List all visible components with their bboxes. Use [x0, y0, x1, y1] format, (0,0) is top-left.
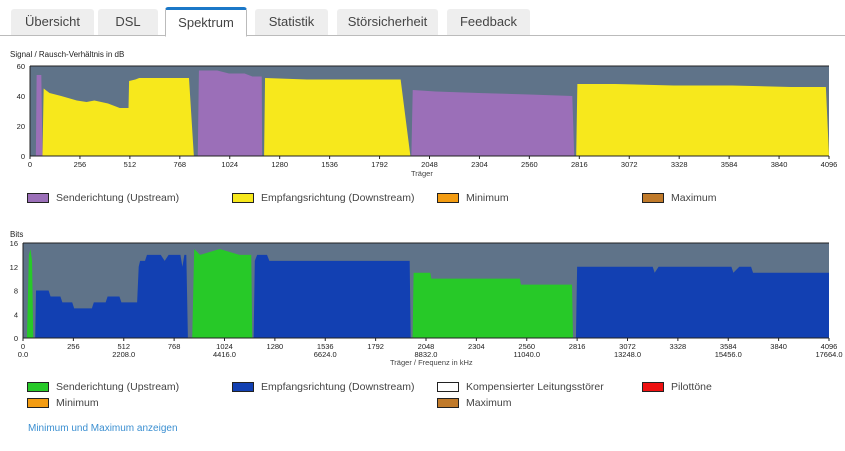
x-tick-label: 256: [67, 342, 80, 351]
legend-item: Minimum: [27, 397, 99, 409]
x-tick-label: 3840: [770, 342, 787, 351]
x-tick-label: 3328: [671, 160, 688, 169]
y-tick-label: 4: [14, 310, 18, 319]
x-tick-label: 1280: [271, 160, 288, 169]
y-tick-label: 16: [10, 239, 18, 248]
y-tick-label: 20: [17, 122, 25, 131]
chart1-area-s0: [35, 75, 43, 156]
legend-label: Minimum: [56, 397, 99, 409]
x-tick-label: 768: [168, 342, 181, 351]
x-tick-label: 1280: [267, 342, 284, 351]
chart2-area-s0: [192, 248, 253, 338]
x-freq-label: 13248.0: [614, 350, 641, 359]
show-min-max-link[interactable]: Minimum und Maximum anzeigen: [28, 423, 178, 434]
legend-label: Maximum: [671, 192, 717, 204]
chart1-area-s1: [264, 78, 411, 156]
x-tick-label: 3072: [621, 160, 638, 169]
x-tick-label: 1792: [367, 342, 384, 351]
x-freq-label: 11040.0: [513, 350, 540, 359]
legend-item: Senderichtung (Upstream): [27, 381, 179, 393]
legend-swatch: [437, 382, 459, 392]
legend-label: Senderichtung (Upstream): [56, 381, 180, 393]
y-tick-label: 40: [17, 92, 25, 101]
x-tick-label: 1024: [221, 160, 238, 169]
legend-swatch: [27, 382, 49, 392]
x-freq-label: 15456.0: [715, 350, 742, 359]
y-tick-label: 8: [14, 287, 18, 296]
legend-swatch: [27, 398, 49, 408]
legend-label: Kompensierter Leitungsstörer: [466, 381, 604, 393]
x-tick-label: 3328: [670, 342, 687, 351]
x-freq-label: 6624.0: [314, 350, 337, 359]
x-tick-label: 4096: [821, 160, 838, 169]
x-tick-label: 768: [174, 160, 187, 169]
legend-item: Empfangsrichtung (Downstream): [232, 192, 414, 204]
chart2-area-s1: [253, 254, 411, 338]
legend-swatch: [437, 398, 459, 408]
x-tick-label: 2816: [571, 160, 588, 169]
x-tick-label: 2048: [421, 160, 438, 169]
legend-swatch: [642, 382, 664, 392]
legend-swatch: [27, 193, 49, 203]
legend-swatch: [642, 193, 664, 203]
x-tick-label: 3840: [771, 160, 788, 169]
x-tick-label: 512: [124, 160, 137, 169]
x-tick-label: 256: [74, 160, 87, 169]
legend-label: Minimum: [466, 192, 509, 204]
x-axis-label: Träger: [411, 169, 433, 178]
chart1-area-s0: [197, 70, 263, 156]
x-tick-label: 2304: [471, 160, 488, 169]
x-tick-label: 2560: [521, 160, 538, 169]
legend-swatch: [232, 193, 254, 203]
y-tick-label: 0: [14, 334, 18, 343]
legend-label: Empfangsrichtung (Downstream): [261, 381, 415, 393]
y-tick-label: 60: [17, 62, 25, 71]
legend-item: Pilottöne: [642, 381, 712, 393]
y-tick-label: 0: [21, 152, 25, 161]
x-freq-label: 2208.0: [112, 350, 135, 359]
legend-item: Maximum: [642, 192, 717, 204]
x-freq-label: 4416.0: [213, 350, 236, 359]
chart1-area-s0: [411, 90, 575, 156]
x-tick-label: 1792: [371, 160, 388, 169]
legend-label: Empfangsrichtung (Downstream): [261, 192, 415, 204]
legend-label: Senderichtung (Upstream): [56, 192, 180, 204]
x-tick-label: 2304: [468, 342, 485, 351]
legend-swatch: [232, 382, 254, 392]
x-freq-label: 17664.0: [815, 350, 842, 359]
y-tick-label: 12: [10, 263, 18, 272]
x-tick-label: 2816: [569, 342, 586, 351]
chart2-area-s1: [575, 266, 829, 338]
x-tick-label: 3584: [721, 160, 738, 169]
x-freq-label: 0.0: [18, 350, 28, 359]
chart1-area-s1: [576, 84, 829, 156]
x-tick-label: 0: [28, 160, 32, 169]
legend-item: Minimum: [437, 192, 509, 204]
legend-item: Senderichtung (Upstream): [27, 192, 179, 204]
legend-label: Pilottöne: [671, 381, 712, 393]
x-tick-label: 1536: [321, 160, 338, 169]
legend-swatch: [437, 193, 459, 203]
legend-label: Maximum: [466, 397, 512, 409]
x-axis-label: Träger / Frequenz in kHz: [390, 358, 473, 367]
legend-item: Empfangsrichtung (Downstream): [232, 381, 414, 393]
legend-item: Maximum: [437, 397, 512, 409]
legend-item: Kompensierter Leitungsstörer: [437, 381, 604, 393]
